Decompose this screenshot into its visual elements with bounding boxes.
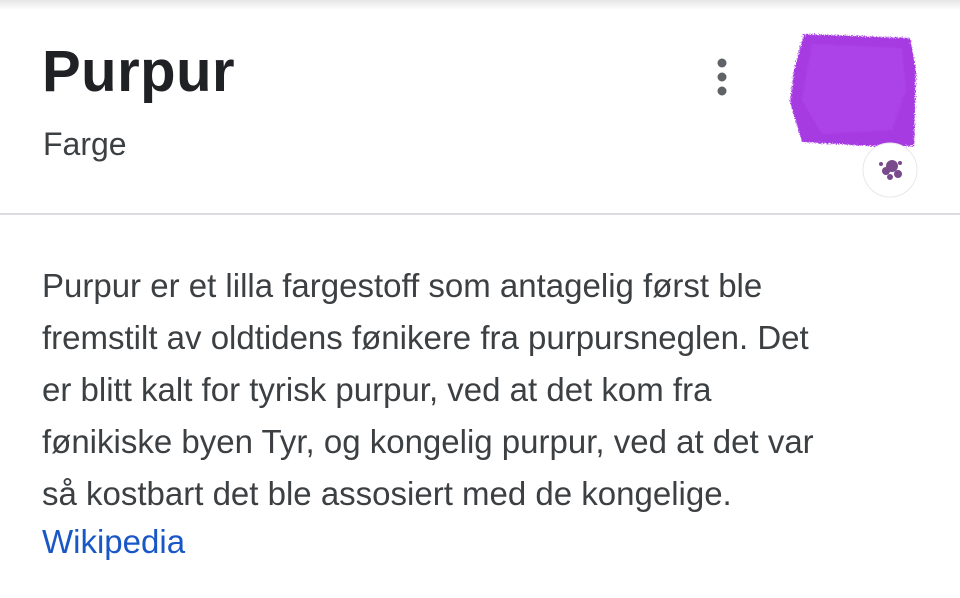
more-options-button[interactable] [700, 55, 744, 99]
entity-subtitle: Farge [43, 126, 127, 162]
more-vert-icon [717, 58, 727, 96]
knowledge-panel-header: Purpur Farge [0, 0, 960, 215]
description-line: Purpur er et lilla fargestoff som antage… [42, 267, 763, 304]
entity-thumbnail[interactable] [782, 30, 922, 200]
entity-title: Purpur [42, 39, 236, 104]
entity-description: Purpur er et lilla fargestoff som antage… [42, 260, 922, 520]
description-line: så kostbart det ble assosiert med de kon… [42, 475, 732, 512]
purple-pigment-thumbnail [790, 34, 918, 198]
description-line: er blitt kalt for tyrisk purpur, ved at … [42, 371, 712, 408]
description-line: fremstilt av oldtidens fønikere fra purp… [42, 319, 809, 356]
description-line: fønikiske byen Tyr, og kongelig purpur, … [42, 423, 814, 460]
wikipedia-source-link[interactable]: Wikipedia [42, 518, 185, 566]
